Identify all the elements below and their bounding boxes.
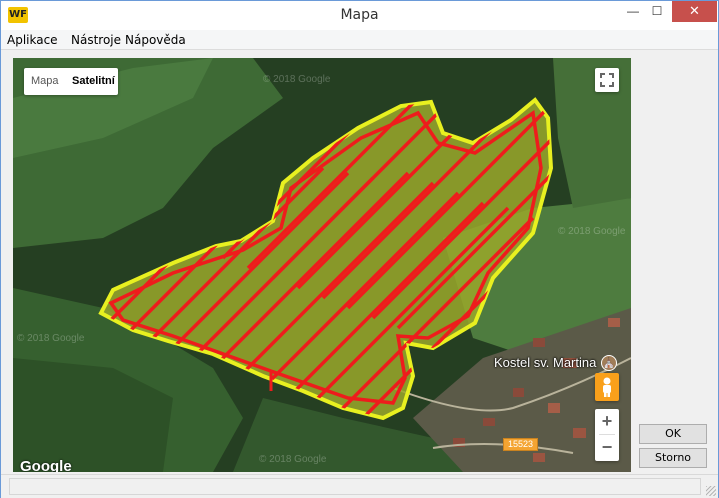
maximize-button[interactable]: ☐: [648, 1, 666, 22]
cancel-button[interactable]: Storno: [639, 448, 707, 468]
map-watermark: © 2018 Google: [558, 226, 626, 237]
status-bar: [1, 474, 718, 498]
zoom-out-button[interactable]: −: [595, 435, 619, 460]
minimize-button[interactable]: —: [624, 1, 642, 22]
zoom-control: + −: [595, 409, 619, 461]
map-watermark: © 2018 Google: [17, 333, 85, 344]
resize-grip-icon[interactable]: [706, 486, 716, 496]
fullscreen-button[interactable]: [595, 68, 619, 92]
title-bar: WF Mapa — ☐ ✕: [1, 1, 718, 30]
map-watermark: © 2018 Google: [259, 454, 327, 465]
zoom-in-button[interactable]: +: [595, 409, 619, 434]
map-watermark-top: © 2018 Google: [263, 74, 331, 85]
pegman-icon: [603, 377, 611, 397]
menu-aplikace[interactable]: Aplikace: [7, 33, 58, 47]
map-type-satelitni[interactable]: Satelitní: [72, 75, 115, 87]
place-label: Kostel sv. Martina: [494, 355, 597, 370]
menu-nastroje[interactable]: Nástroje: [71, 33, 121, 47]
pegman-button[interactable]: [595, 373, 619, 401]
church-icon: ⛪: [601, 355, 617, 371]
road-number-badge: 15523: [503, 438, 539, 451]
satellite-map[interactable]: © 2018 Google © 2018 Google © 2018 Googl…: [13, 58, 631, 472]
menu-bar: Aplikace Nástroje Nápověda: [1, 30, 718, 50]
map-window: WF Mapa — ☐ ✕ Aplikace Nástroje Nápověda: [0, 0, 719, 498]
fullscreen-icon: [600, 73, 614, 87]
google-logo: Google: [20, 458, 72, 472]
menu-napoveda[interactable]: Nápověda: [125, 33, 186, 47]
map-type-mapa[interactable]: Mapa: [31, 75, 59, 87]
window-title: Mapa: [340, 7, 379, 23]
ok-button[interactable]: OK: [639, 424, 707, 444]
close-button[interactable]: ✕: [672, 1, 717, 22]
map-type-control: Mapa Satelitní: [24, 68, 118, 95]
status-panel: [9, 478, 701, 495]
map-imagery: © 2018 Google: [13, 58, 631, 472]
